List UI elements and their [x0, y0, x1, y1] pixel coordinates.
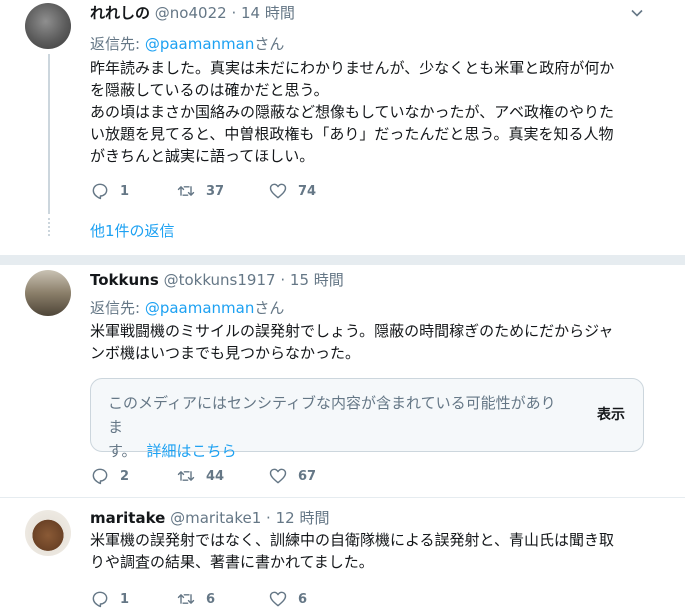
tweet-header: れれしの @no4022 · 14 時間 [90, 3, 295, 23]
retweet-button[interactable]: 37 [176, 181, 224, 201]
like-button[interactable]: 6 [268, 589, 307, 609]
text-line: りや調査の結果、著書に書かれてました。 [90, 553, 374, 571]
tweet[interactable]: maritake @maritake1 · 12 時間 米軍機の誤発射ではなく、… [0, 498, 685, 609]
reply-icon [92, 591, 108, 608]
like-count: 6 [298, 591, 308, 607]
tweet-header: maritake @maritake1 · 12 時間 [90, 508, 329, 528]
display-name[interactable]: Tokkuns [90, 271, 159, 289]
retweet-count: 44 [206, 468, 225, 484]
retweet-count: 6 [206, 591, 216, 607]
reply-button[interactable]: 2 [90, 466, 129, 486]
separator: · [266, 509, 271, 527]
text-line: 米軍戦闘機のミサイルの誤発射でしょう。隠蔽の時間稼ぎのためにだからジャ [90, 322, 614, 340]
text-line: あの頃はまさか国絡みの隠蔽など想像もしていなかったが、アベ政権のやりた [90, 103, 614, 121]
chevron-down-icon[interactable] [628, 6, 646, 24]
like-count: 67 [298, 468, 317, 484]
tweet[interactable]: Tokkuns @tokkuns1917 · 15 時間 返信先: @paama… [0, 265, 685, 500]
mention-link[interactable]: @paamanman [145, 299, 255, 317]
reply-suffix: さん [254, 35, 285, 53]
reply-prefix: 返信先: [90, 35, 145, 53]
retweet-button[interactable]: 6 [176, 589, 215, 609]
tweet-text: 昨年読みました。真実は未だにわかりませんが、少なくとも米軍と政府が何か を隠蔽し… [90, 57, 660, 167]
reply-button[interactable]: 1 [90, 589, 129, 609]
avatar[interactable] [25, 270, 71, 316]
retweet-icon [177, 594, 195, 604]
like-button[interactable]: 74 [268, 181, 316, 201]
sensitive-notice-text: このメディアにはセンシティブな内容が含まれている可能性がありま す。 詳細はこちら [108, 391, 570, 463]
reply-count: 1 [120, 591, 130, 607]
text-line: を隠蔽しているのは確かだと思う。 [90, 81, 329, 99]
heart-icon [269, 591, 287, 607]
reply-icon [92, 183, 108, 200]
show-media-button[interactable]: 表示 [597, 404, 625, 424]
learn-more-link[interactable]: 詳細はこちら [147, 442, 237, 460]
reply-prefix: 返信先: [90, 299, 145, 317]
text-line: 昨年読みました。真実は未だにわかりませんが、少なくとも米軍と政府が何か [90, 59, 615, 77]
separator: · [280, 271, 286, 289]
timestamp[interactable]: 14 時間 [241, 4, 295, 22]
tweet[interactable]: れれしの @no4022 · 14 時間 返信先: @paamanmanさん 昨… [0, 0, 685, 262]
like-count: 74 [298, 183, 317, 199]
thread-line [48, 54, 50, 214]
retweet-button[interactable]: 44 [176, 466, 224, 486]
user-handle[interactable]: @no4022 [155, 4, 227, 22]
reply-count: 2 [120, 468, 130, 484]
avatar[interactable] [25, 3, 71, 49]
like-button[interactable]: 67 [268, 466, 316, 486]
replying-to: 返信先: @paamanmanさん [90, 34, 284, 54]
thread-dots [48, 218, 50, 238]
heart-icon [269, 468, 287, 484]
retweet-icon [177, 186, 195, 196]
section-divider [0, 255, 685, 265]
user-handle[interactable]: @maritake1 [170, 509, 261, 527]
reply-suffix: さん [254, 299, 285, 317]
reply-icon [92, 468, 108, 485]
sensitive-media-notice[interactable]: このメディアにはセンシティブな内容が含まれている可能性がありま す。 詳細はこちら… [90, 378, 644, 460]
display-name[interactable]: maritake [90, 509, 165, 527]
timestamp[interactable]: 15 時間 [290, 271, 344, 289]
sensitive-line2: す。 [108, 442, 137, 460]
retweet-icon [177, 471, 195, 481]
tweet-header: Tokkuns @tokkuns1917 · 15 時間 [90, 270, 344, 290]
replying-to: 返信先: @paamanmanさん [90, 298, 284, 318]
retweet-count: 37 [206, 183, 225, 199]
user-handle[interactable]: @tokkuns1917 [164, 271, 276, 289]
timestamp[interactable]: 12 時間 [276, 509, 330, 527]
text-line: い放題を見てると、中曽根政権も「あり」だったんだと思う。真実を知る人物 [90, 125, 614, 143]
display-name[interactable]: れれしの [90, 4, 150, 22]
tweet-text: 米軍機の誤発射ではなく、訓練中の自衛隊機による誤発射と、青山氏は聞き取 りや調査… [90, 529, 660, 573]
avatar[interactable] [25, 510, 71, 556]
text-line: がきちんと誠実に語ってほしい。 [90, 147, 315, 165]
separator: · [231, 4, 237, 22]
mention-link[interactable]: @paamanman [145, 35, 255, 53]
text-line: ンボ機はいつまでも見つからなかった。 [90, 344, 361, 362]
sensitive-line1: このメディアにはセンシティブな内容が含まれている可能性がありま [108, 394, 556, 436]
text-line: 米軍機の誤発射ではなく、訓練中の自衛隊機による誤発射と、青山氏は聞き取 [90, 531, 614, 549]
reply-button[interactable]: 1 [90, 181, 129, 201]
more-replies-link[interactable]: 他1件の返信 [90, 220, 175, 241]
heart-icon [269, 183, 287, 199]
reply-count: 1 [120, 183, 130, 199]
tweet-text: 米軍戦闘機のミサイルの誤発射でしょう。隠蔽の時間稼ぎのためにだからジャ ンボ機は… [90, 320, 660, 364]
